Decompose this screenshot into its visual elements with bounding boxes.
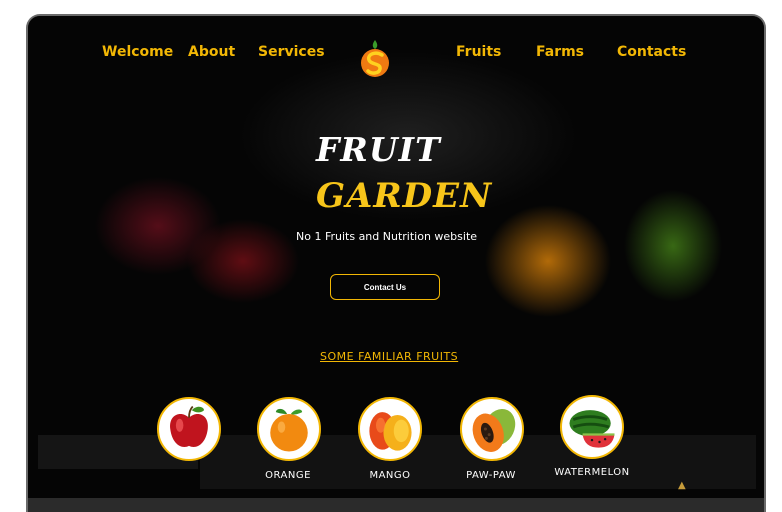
logo-icon [361, 40, 389, 77]
pawpaw-icon [472, 408, 516, 452]
browser-frame: Welcome About Services Fruits Farms Cont… [26, 14, 766, 512]
fruit-label-mango: MANGO [369, 470, 411, 481]
hero-subtitle: No 1 Fruits and Nutrition website [296, 230, 478, 243]
nav-contacts[interactable]: Contacts [617, 44, 686, 60]
fruit-card-apple[interactable] [157, 397, 221, 461]
hero-title-line1: FRUIT [316, 130, 441, 169]
fruit-label-watermelon: WATERMELON [554, 467, 630, 478]
bottom-bar [28, 498, 764, 512]
fruit-card-mango[interactable] [358, 397, 422, 461]
nav-services[interactable]: Services [258, 44, 325, 60]
familiar-fruits-link[interactable]: SOME FAMILIAR FRUITS [320, 350, 458, 363]
watermelon-icon [569, 410, 615, 448]
orange-s-logo[interactable] [358, 38, 392, 78]
hero-title-line2: GARDEN [316, 176, 493, 216]
fruit-label-orange: ORANGE [265, 470, 311, 481]
contact-us-button[interactable]: Contact Us [330, 274, 440, 300]
fruit-card-watermelon[interactable] [560, 395, 624, 459]
apple-icon [170, 405, 208, 447]
mouse-cursor-icon: ▲ [678, 480, 686, 491]
nav-about[interactable]: About [188, 44, 235, 60]
nav-fruits[interactable]: Fruits [456, 44, 501, 60]
mango-icon [369, 412, 412, 451]
fruit-label-pawpaw: PAW-PAW [466, 470, 516, 481]
fruit-card-orange[interactable] [257, 397, 321, 461]
fruit-card-pawpaw[interactable] [460, 397, 524, 461]
nav-welcome[interactable]: Welcome [102, 44, 173, 60]
orange-icon [270, 408, 308, 452]
nav-farms[interactable]: Farms [536, 44, 584, 60]
